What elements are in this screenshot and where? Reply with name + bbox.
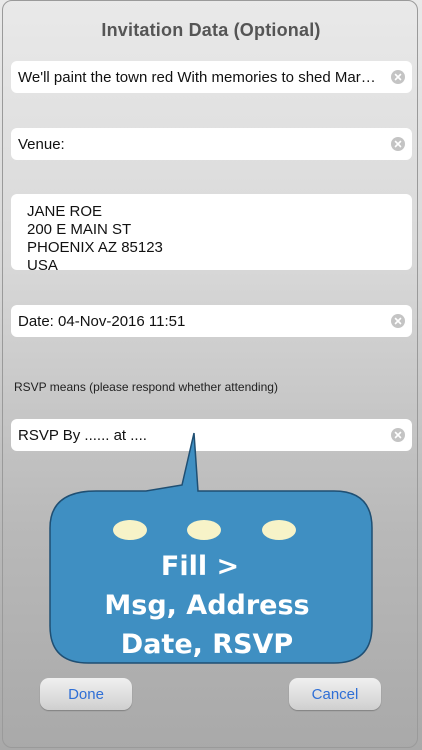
callout-line: Fill > [161,551,239,582]
done-button[interactable]: Done [40,678,132,710]
callout-line: Msg, Address [104,590,309,621]
dot-icon [187,520,221,540]
dot-icon [113,520,147,540]
dot-icon [262,520,296,540]
callout-line: Date, RSVP [121,629,293,660]
speech-bubble-callout: Fill > Msg, Address Date, RSVP [49,432,373,664]
cancel-button[interactable]: Cancel [289,678,381,710]
